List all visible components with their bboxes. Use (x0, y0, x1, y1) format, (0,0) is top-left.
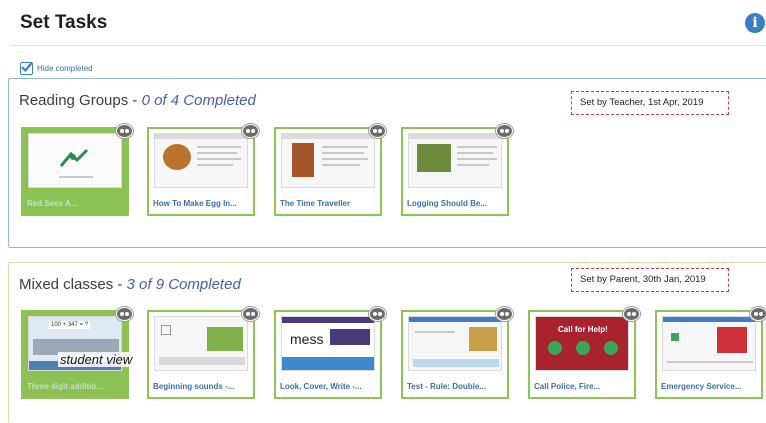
task-tile[interactable]: Beginning sounds -... (147, 307, 259, 399)
task-thumbnail (408, 316, 502, 371)
task-thumbnail (408, 133, 502, 188)
task-name: Red Sees A... (27, 199, 78, 208)
task-name: Three digit additio... (27, 382, 103, 391)
hide-completed-toggle[interactable]: Hide completed (20, 61, 93, 75)
task-name: Look, Cover, Write -... (280, 382, 362, 391)
preview-eye-icon[interactable] (242, 307, 259, 321)
task-tile[interactable]: Call for Help! Call Police, Fire... (528, 307, 640, 399)
preview-eye-icon[interactable] (116, 124, 133, 138)
sum-display: 100 + 347 = ? (49, 321, 91, 329)
task-thumbnail (662, 316, 756, 371)
set-by-label: Set by Parent, 30th Jan, 2019 (571, 268, 729, 292)
preview-eye-icon[interactable] (496, 124, 513, 138)
task-name: Emergency Service... (661, 382, 742, 391)
checkbox-checked-icon[interactable] (20, 61, 33, 75)
task-thumbnail: mess (281, 316, 375, 371)
group-title: Reading Groups - 0 of 4 Completed (19, 92, 256, 109)
student-view-label: student view (58, 352, 135, 367)
task-tile[interactable]: Test - Rule: Double... (401, 307, 513, 399)
task-thumbnail (28, 133, 122, 188)
task-tile[interactable]: mess Look, Cover, Write -... (274, 307, 386, 399)
task-group-mixed: Mixed classes - 3 of 9 Completed Set by … (8, 262, 766, 423)
task-thumbnail: Call for Help! (535, 316, 629, 371)
task-thumbnail (154, 316, 248, 371)
task-name: How To Make Egg In... (153, 199, 237, 208)
task-tile[interactable]: The Time Traveller (274, 124, 386, 216)
task-name: Test - Rule: Double... (407, 382, 486, 391)
preview-eye-icon[interactable] (369, 307, 386, 321)
task-name: The Time Traveller (280, 199, 351, 208)
group-name: Reading Groups (19, 92, 129, 109)
task-thumbnail (281, 133, 375, 188)
spelling-word: mess (290, 331, 324, 347)
preview-eye-icon[interactable] (496, 307, 513, 321)
task-thumbnail (154, 133, 248, 188)
completed-count: 0 of 4 Completed (141, 92, 256, 109)
preview-eye-icon[interactable] (750, 307, 766, 321)
group-title: Mixed classes - 3 of 9 Completed (19, 276, 241, 293)
task-tile[interactable]: Emergency Service... (655, 307, 766, 399)
task-name: Beginning sounds -... (153, 382, 235, 391)
header-divider (10, 45, 766, 46)
call-for-help-text: Call for Help! (558, 325, 608, 334)
task-name: Logging Should Be... (407, 199, 487, 208)
preview-eye-icon[interactable] (369, 124, 386, 138)
task-tile[interactable]: How To Make Egg In... (147, 124, 259, 216)
page-title: Set Tasks (20, 12, 108, 33)
hide-completed-label: Hide completed (37, 64, 93, 73)
info-icon[interactable]: i (745, 13, 765, 33)
set-by-label: Set by Teacher, 1st Apr, 2019 (571, 91, 729, 115)
preview-eye-icon[interactable] (242, 124, 259, 138)
task-tile[interactable]: Logging Should Be... (401, 124, 513, 216)
preview-eye-icon[interactable] (116, 307, 133, 321)
preview-eye-icon[interactable] (623, 307, 640, 321)
task-name: Call Police, Fire... (534, 382, 601, 391)
group-name: Mixed classes (19, 276, 114, 293)
completed-count: 3 of 9 Completed (126, 276, 241, 293)
task-tile[interactable]: Red Sees A... (21, 124, 133, 216)
task-group-reading: Reading Groups - 0 of 4 Completed Set by… (8, 78, 766, 248)
